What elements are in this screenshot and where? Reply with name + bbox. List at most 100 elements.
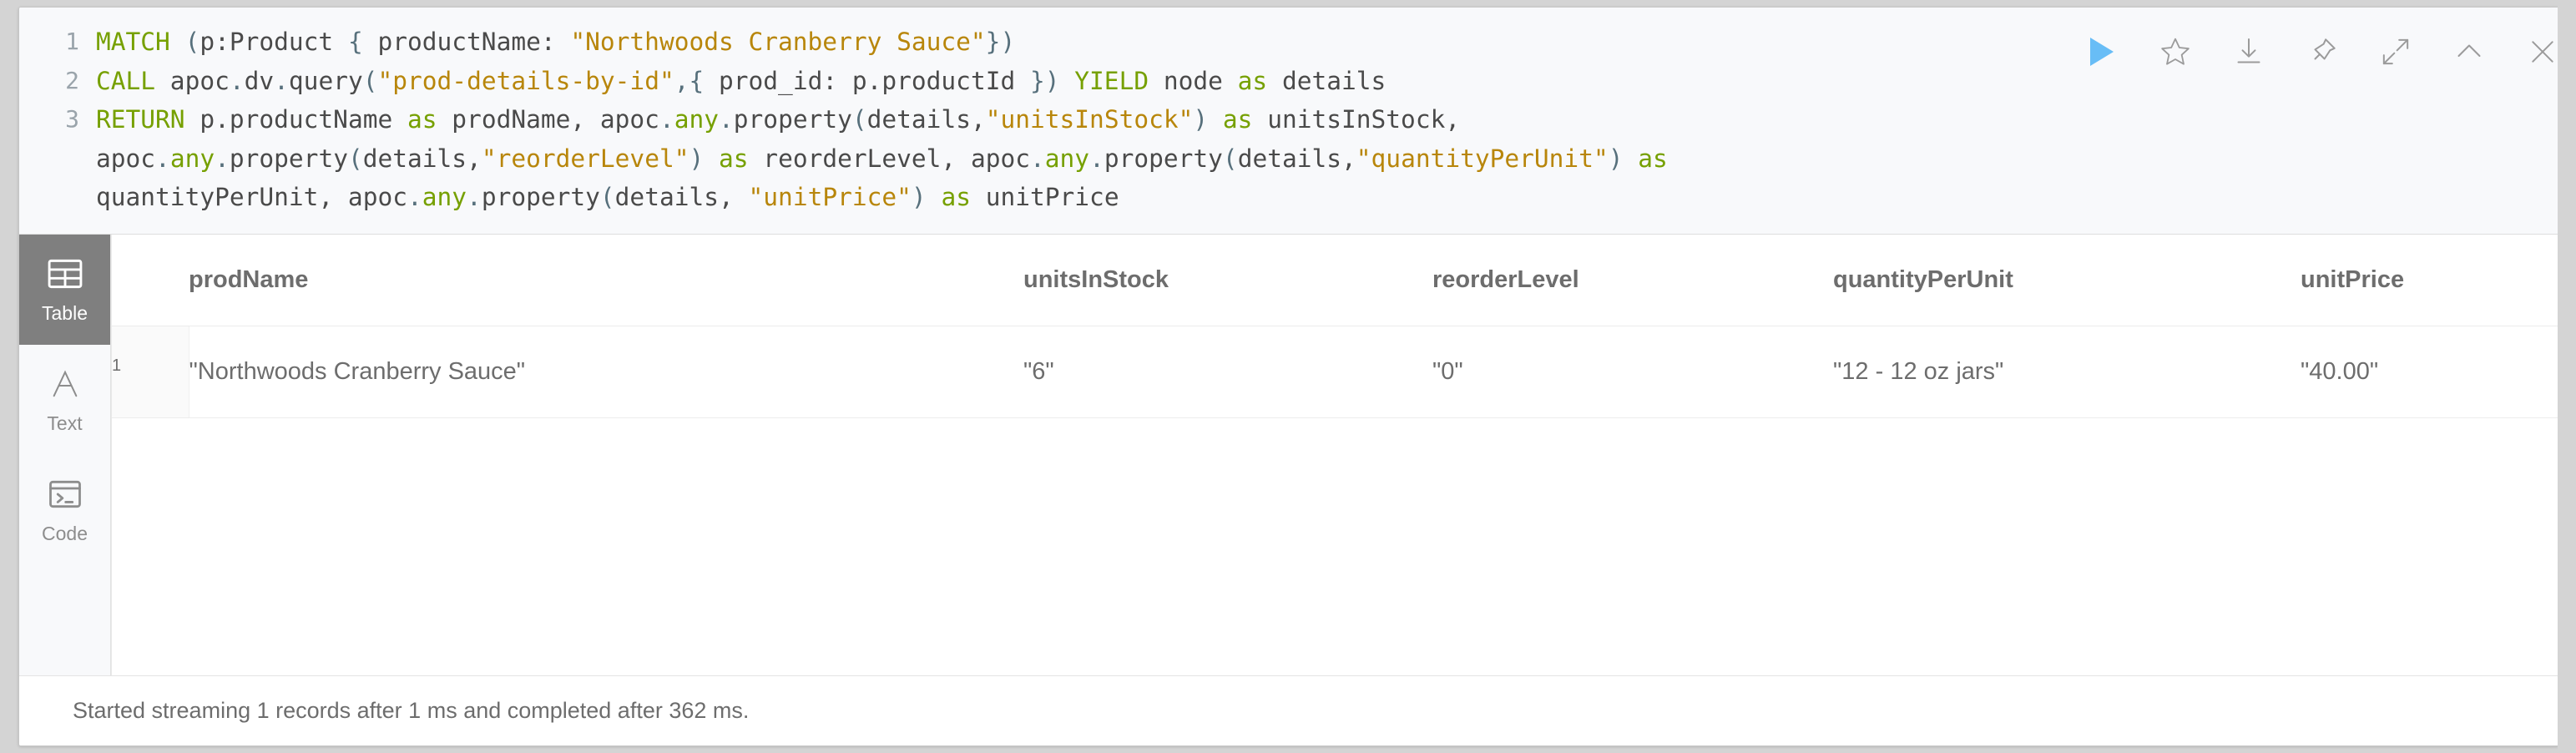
collapse-button[interactable] (2448, 31, 2490, 73)
code-token: ) (912, 183, 927, 211)
code-token: . (407, 183, 422, 211)
expand-button[interactable] (2375, 31, 2417, 73)
code-token: "quantityPerUnit" (1356, 144, 1609, 173)
table-icon (47, 255, 83, 293)
code-line: 1MATCH (p:Product { productName: "Northw… (19, 23, 2059, 62)
download-button[interactable] (2228, 31, 2270, 73)
column-header-unitPrice[interactable]: unitPrice (2301, 235, 2430, 326)
code-token: "unitPrice" (749, 183, 912, 211)
code-token: prodName, apoc (437, 105, 659, 134)
code-token: apoc (155, 67, 230, 95)
code-line-text: apoc.any.property(details,"reorderLevel"… (96, 139, 2059, 179)
code-token: YIELD (1074, 67, 1149, 95)
favorite-button[interactable] (2154, 31, 2196, 73)
code-token: ) (1609, 144, 1624, 173)
code-line: quantityPerUnit, apoc.any.property(detai… (19, 178, 2059, 217)
result-table-wrap[interactable]: prodNameunitsInStockreorderLevelquantity… (112, 235, 2558, 676)
window-scrollbar[interactable] (2558, 0, 2576, 753)
code-token: . (274, 67, 289, 95)
row-index: 1 (112, 326, 189, 417)
sidebar-item-table[interactable]: Table (19, 235, 110, 345)
code-token: details, (363, 144, 482, 173)
table-cell[interactable]: "12 - 12 oz jars" (1833, 326, 2301, 417)
code-line: 2CALL apoc.dv.query("prod-details-by-id"… (19, 62, 2059, 101)
code-token: dv (245, 67, 275, 95)
code-token (1208, 105, 1223, 134)
code-token: reorderLevel, apoc (749, 144, 1030, 173)
code-token: . (230, 67, 245, 95)
code-token: property (734, 105, 852, 134)
code-token: property (482, 183, 600, 211)
code-token: ) (689, 144, 704, 173)
code-token: p.productName (185, 105, 407, 134)
code-token: MATCH (96, 28, 170, 56)
result-table: prodNameunitsInStockreorderLevelquantity… (112, 235, 2558, 418)
table-cell[interactable]: "40.00" (2301, 326, 2430, 417)
column-header-quantityPerUnit[interactable]: quantityPerUnit (1833, 235, 2301, 326)
code-token: prod_id: p.productId (704, 67, 1030, 95)
table-cell[interactable]: "0" (1432, 326, 1833, 417)
code-token (170, 28, 185, 56)
line-number: 3 (19, 100, 96, 139)
code-token: details, (615, 183, 749, 211)
status-message: Started streaming 1 records after 1 ms a… (73, 698, 749, 724)
query-code-editor[interactable]: 1MATCH (p:Product { productName: "Northw… (19, 8, 2059, 234)
code-token: apoc (96, 144, 155, 173)
expand-icon (2379, 35, 2412, 68)
code-terminal-icon (48, 475, 83, 513)
code-token: . (215, 144, 230, 173)
result-frame: 1MATCH (p:Product { productName: "Northw… (18, 7, 2559, 746)
code-token: . (1089, 144, 1104, 173)
code-token: { (689, 67, 704, 95)
sidebar-item-label: Text (47, 412, 82, 435)
code-token: any (674, 105, 719, 134)
close-button[interactable] (2522, 31, 2559, 73)
table-cell[interactable]: "Northwoods Cranberry Sauce" (189, 326, 1023, 417)
code-token: . (719, 105, 734, 134)
code-token: ) (1193, 105, 1208, 134)
table-cell[interactable]: "6" (1023, 326, 1432, 417)
close-icon (2526, 35, 2559, 68)
line-number: 1 (19, 23, 96, 62)
row-index-header (112, 235, 189, 326)
code-token (704, 144, 719, 173)
code-line-text: quantityPerUnit, apoc.any.property(detai… (96, 178, 2059, 217)
line-number (19, 139, 96, 179)
column-header-unitsInStock[interactable]: unitsInStock (1023, 235, 1432, 326)
table-cell-filler (2430, 326, 2559, 417)
sidebar-item-code[interactable]: Code (19, 455, 110, 565)
code-token (1623, 144, 1638, 173)
play-icon (2088, 36, 2116, 68)
code-token: p:Product (200, 28, 348, 56)
code-token: } (1030, 67, 1045, 95)
pin-button[interactable] (2301, 31, 2343, 73)
code-token: . (1030, 144, 1045, 173)
run-query-button[interactable] (2081, 31, 2123, 73)
text-a-icon (48, 365, 82, 403)
code-token: ( (852, 105, 867, 134)
code-token: details, (1238, 144, 1356, 173)
code-token: as (719, 144, 749, 173)
code-line: apoc.any.property(details,"reorderLevel"… (19, 139, 2059, 179)
code-token: as (1238, 67, 1268, 95)
code-token: } (986, 28, 1001, 56)
code-token: any (170, 144, 215, 173)
code-token: quantityPerUnit, apoc (96, 183, 407, 211)
code-token: details, (867, 105, 986, 134)
code-token: ) (1045, 67, 1060, 95)
code-token: { (348, 28, 363, 56)
table-row[interactable]: 1"Northwoods Cranberry Sauce""6""0""12 -… (112, 326, 2558, 417)
column-header-prodName[interactable]: prodName (189, 235, 1023, 326)
result-body: Table Text Code prodNameunitsInStockreorde… (19, 235, 2558, 676)
code-token: "reorderLevel" (482, 144, 689, 173)
code-token: any (422, 183, 467, 211)
code-token: , (674, 67, 689, 95)
sidebar-item-text[interactable]: Text (19, 345, 110, 455)
code-token: unitPrice (971, 183, 1119, 211)
code-token: as (1638, 144, 1668, 173)
code-token: property (1104, 144, 1223, 173)
code-token: "prod-details-by-id" (378, 67, 674, 95)
column-header-reorderLevel[interactable]: reorderLevel (1432, 235, 1833, 326)
code-token: as (1223, 105, 1253, 134)
code-line: 3RETURN p.productName as prodName, apoc.… (19, 100, 2059, 139)
